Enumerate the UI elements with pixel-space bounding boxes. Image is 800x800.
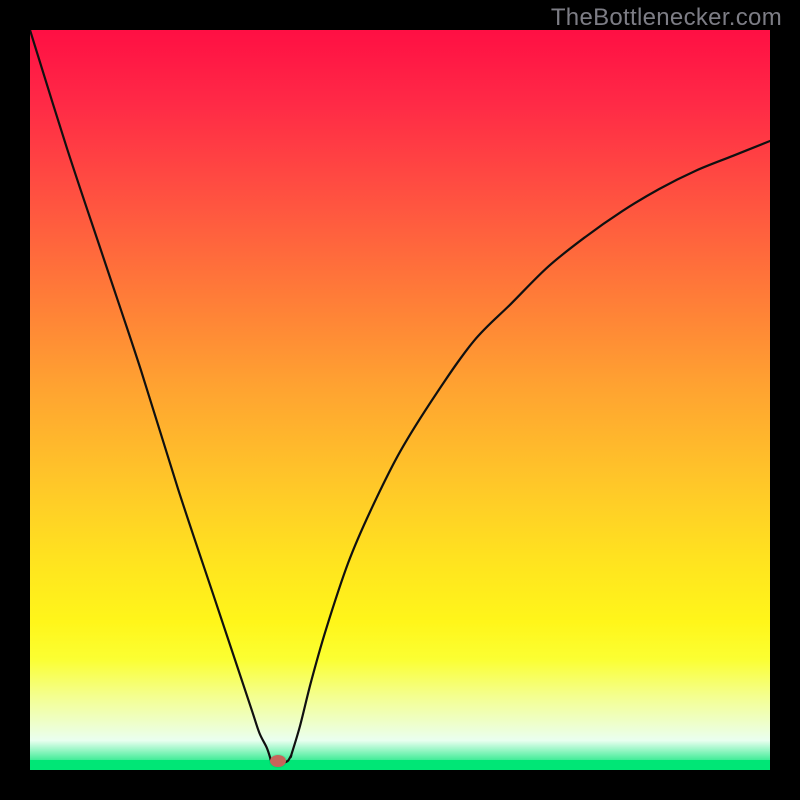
- watermark-text: TheBottlenecker.com: [551, 4, 782, 32]
- curve-path: [30, 30, 770, 763]
- bottleneck-curve: [30, 30, 770, 770]
- plot-area: [30, 30, 770, 770]
- optimal-point-marker: [270, 755, 286, 767]
- chart-frame: TheBottlenecker.com: [0, 0, 800, 800]
